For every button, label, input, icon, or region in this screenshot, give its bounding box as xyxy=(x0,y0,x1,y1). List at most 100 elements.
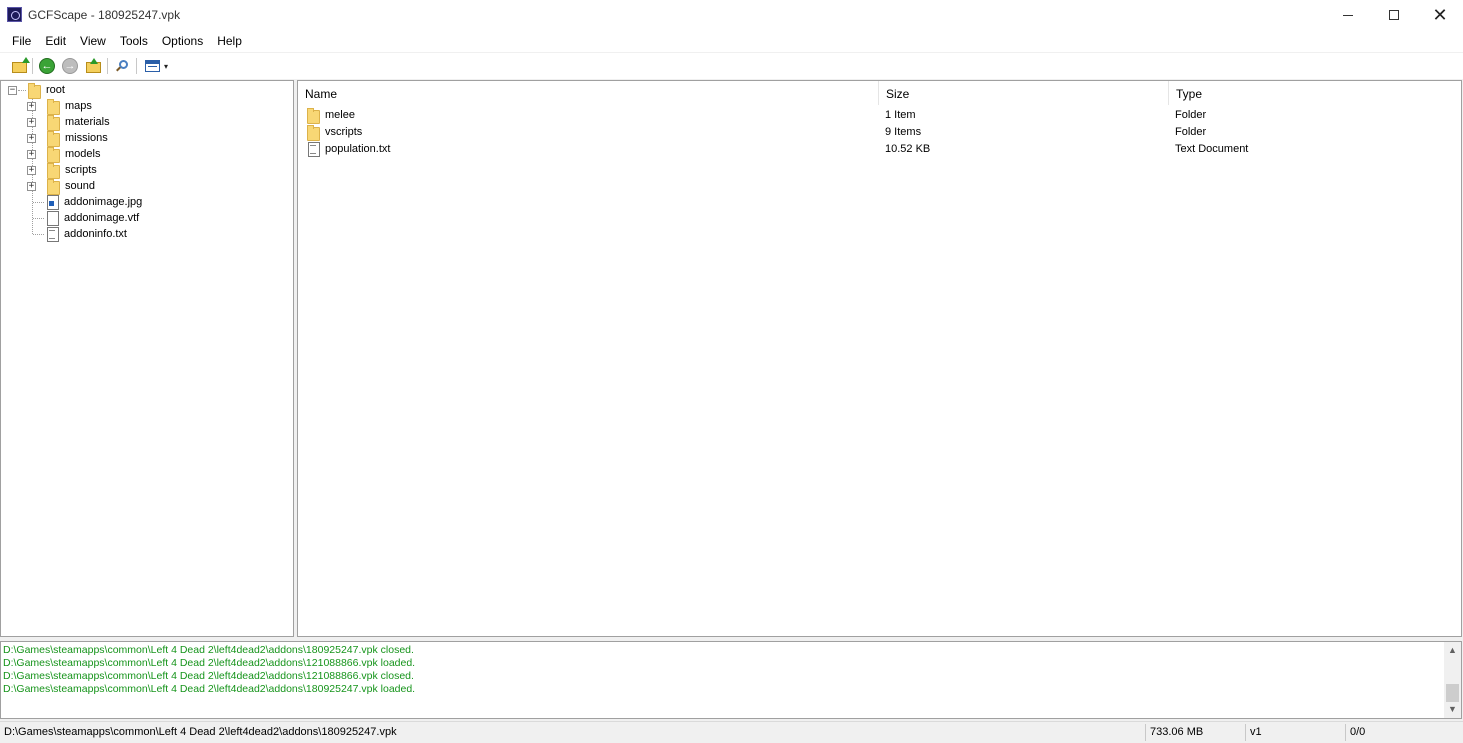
status-path: D:\Games\steamapps\common\Left 4 Dead 2\… xyxy=(4,726,397,738)
folder-icon xyxy=(46,178,60,195)
text-file-icon xyxy=(307,141,320,157)
log-scrollbar[interactable]: ▲ ▼ xyxy=(1444,642,1461,718)
find-icon xyxy=(119,60,128,69)
gcfscape-app-icon xyxy=(7,7,22,22)
folder-icon xyxy=(306,124,320,141)
back-button[interactable]: ← xyxy=(38,57,56,75)
folder-icon xyxy=(46,146,60,163)
folder-icon xyxy=(306,107,320,124)
folder-icon xyxy=(27,82,41,99)
menu-edit[interactable]: Edit xyxy=(39,30,72,52)
file-size: 10.52 KB xyxy=(885,142,931,155)
scroll-up-icon[interactable]: ▲ xyxy=(1448,645,1457,655)
tree-item-maps[interactable]: + maps xyxy=(27,98,92,115)
maximize-button[interactable] xyxy=(1371,0,1417,30)
tree-item-materials[interactable]: + materials xyxy=(27,114,110,131)
column-header-name[interactable]: Name xyxy=(298,81,879,105)
status-version: v1 xyxy=(1250,726,1262,738)
tree-item-addonimage-vtf[interactable]: addonimage.vtf xyxy=(45,210,139,226)
expand-icon[interactable]: + xyxy=(27,181,36,191)
expand-icon[interactable]: + xyxy=(27,117,36,127)
toolbar-separator xyxy=(107,58,108,74)
tree-item-label: addonimage.jpg xyxy=(64,196,143,208)
scroll-down-icon[interactable]: ▼ xyxy=(1448,704,1457,714)
log-line: D:\Games\steamapps\common\Left 4 Dead 2\… xyxy=(3,683,416,695)
column-header-size[interactable]: Size xyxy=(879,81,1169,105)
expand-icon[interactable]: + xyxy=(27,101,36,111)
tree-item-label: models xyxy=(65,148,101,160)
file-icon xyxy=(46,210,59,226)
file-name: melee xyxy=(325,108,355,121)
open-icon xyxy=(11,57,30,73)
tree-connector xyxy=(33,234,44,235)
forward-button[interactable]: → xyxy=(61,57,79,75)
menu-tools[interactable]: Tools xyxy=(114,30,154,52)
tree-item-models[interactable]: + models xyxy=(27,146,101,163)
tree-item-label: missions xyxy=(65,132,108,144)
tree-item-label: maps xyxy=(65,100,92,112)
log-console[interactable]: D:\Games\steamapps\common\Left 4 Dead 2\… xyxy=(0,641,1462,719)
toolbar-separator xyxy=(136,58,137,74)
list-row-vscripts[interactable]: vscripts 9 Items Folder xyxy=(298,123,1461,141)
tree-item-sound[interactable]: + sound xyxy=(27,178,95,195)
tree-item-label: materials xyxy=(65,116,110,128)
tree-item-addonimage-jpg[interactable]: addonimage.jpg xyxy=(45,194,142,210)
column-header-type[interactable]: Type xyxy=(1169,81,1461,105)
list-row-melee[interactable]: melee 1 Item Folder xyxy=(298,106,1461,124)
window-title: GCFScape - 180925247.vpk xyxy=(28,8,181,22)
tree-item-label: root xyxy=(46,84,65,96)
menu-file[interactable]: File xyxy=(6,30,37,52)
tree-item-label: addoninfo.txt xyxy=(64,228,127,240)
tree-item-root[interactable]: − root xyxy=(8,82,65,99)
menu-view[interactable]: View xyxy=(74,30,112,52)
tree-item-label: addonimage.vtf xyxy=(64,212,140,224)
tree-item-label: sound xyxy=(65,180,95,192)
find-button[interactable] xyxy=(113,57,131,75)
view-mode-button[interactable] xyxy=(143,57,161,75)
tree-item-scripts[interactable]: + scripts xyxy=(27,162,97,179)
list-row-population-txt[interactable]: population.txt 10.52 KB Text Document xyxy=(298,140,1461,157)
title-bar: GCFScape - 180925247.vpk ✕ xyxy=(0,0,1463,30)
image-file-icon xyxy=(46,194,59,210)
open-button[interactable] xyxy=(10,57,30,75)
file-type: Text Document xyxy=(1175,142,1249,155)
toolbar: ← → ▾ xyxy=(0,53,1463,79)
menu-options[interactable]: Options xyxy=(156,30,209,52)
expand-icon[interactable]: + xyxy=(27,165,36,175)
collapse-icon[interactable]: − xyxy=(8,85,17,95)
maximize-icon xyxy=(1389,10,1399,20)
folder-icon xyxy=(46,98,60,115)
tree-connector xyxy=(33,202,44,203)
log-line: D:\Games\steamapps\common\Left 4 Dead 2\… xyxy=(3,670,414,682)
file-type: Folder xyxy=(1175,108,1207,121)
close-button[interactable]: ✕ xyxy=(1417,0,1463,30)
minimize-icon xyxy=(1343,14,1353,16)
folder-icon xyxy=(46,114,60,131)
tree-item-addoninfo-txt[interactable]: addoninfo.txt xyxy=(45,226,127,242)
up-folder-button[interactable] xyxy=(84,57,102,75)
status-fragmentation: 0/0 xyxy=(1350,726,1366,738)
log-line: D:\Games\steamapps\common\Left 4 Dead 2\… xyxy=(3,644,414,656)
file-list[interactable]: Name Size Type melee 1 Item Folder vscri… xyxy=(297,80,1462,637)
back-icon: ← xyxy=(39,58,55,74)
tree-item-missions[interactable]: + missions xyxy=(27,130,108,147)
folder-icon xyxy=(46,130,60,147)
file-size: 9 Items xyxy=(885,125,922,138)
folder-tree[interactable]: − root + maps + materials + missions + m… xyxy=(0,80,294,637)
file-name: vscripts xyxy=(325,125,363,138)
view-mode-icon xyxy=(144,60,160,72)
toolbar-separator xyxy=(32,58,33,74)
menu-bar: File Edit View Tools Options Help xyxy=(0,30,1463,52)
file-name: population.txt xyxy=(325,142,391,155)
menu-help[interactable]: Help xyxy=(211,30,248,52)
view-mode-dropdown[interactable]: ▾ xyxy=(160,57,172,75)
dropdown-arrow-icon: ▾ xyxy=(163,61,168,71)
expand-icon[interactable]: + xyxy=(27,149,36,159)
forward-icon: → xyxy=(62,58,78,74)
scrollbar-thumb[interactable] xyxy=(1446,684,1459,702)
expand-icon[interactable]: + xyxy=(27,133,36,143)
minimize-button[interactable] xyxy=(1325,0,1371,30)
status-bar: D:\Games\steamapps\common\Left 4 Dead 2\… xyxy=(0,721,1463,742)
tree-connector xyxy=(33,218,44,219)
status-archive-size: 733.06 MB xyxy=(1150,726,1204,738)
